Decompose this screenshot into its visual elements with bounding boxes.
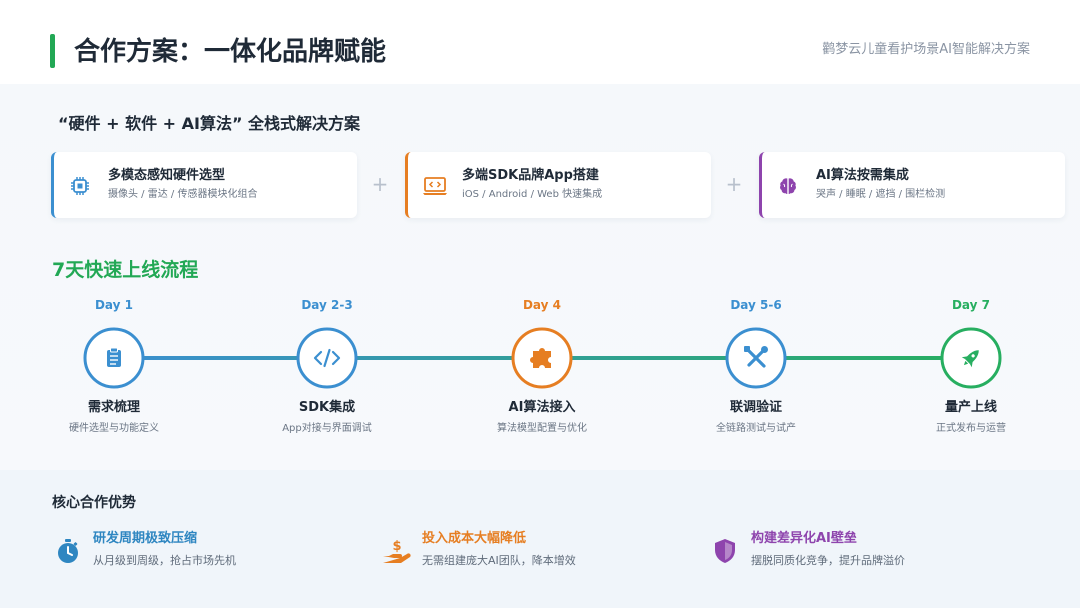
shield-icon [712,538,738,564]
card-subtitle: iOS / Android / Web 快速集成 [462,189,603,200]
advantages-title: 核心合作优势 [52,495,136,511]
advantage-title-1: 研发周期极致压缩 [93,531,198,546]
hand-coin-icon: $ [382,538,411,564]
svg-text:$: $ [392,539,401,554]
solution-card-ai: AI算法按需集成 哭声 / 睡眠 / 遮挡 / 围栏检测 [759,152,1065,218]
solution-card-sdk: 多端SDK品牌App搭建 iOS / Android / Web 快速集成 [405,152,711,218]
puzzle-icon [530,348,551,368]
step-day-4: Day 5-6 [730,298,782,312]
step-desc-4: 全链路测试与试产 [716,423,796,434]
step-desc-1: 硬件选型与功能定义 [69,423,159,434]
step-day-1: Day 1 [94,298,134,312]
card-subtitle: 哭声 / 睡眠 / 遮挡 / 围栏检测 [816,189,946,200]
advantage-desc-2: 无需组建庞大AI团队，降本增效 [422,554,576,567]
solution-title: “硬件 + 软件 + AI算法” 全栈式解决方案 [58,114,361,133]
page-title: 合作方案：一体化品牌赋能 [74,37,387,67]
step-day-2: Day 2-3 [301,298,353,312]
chip-icon [70,176,90,196]
step-desc-5: 正式发布与运营 [936,423,1006,434]
process-title: 7天快速上线流程 [52,259,199,281]
step-node-2 [296,327,358,389]
advantage-title-3: 构建差异化AI壁垒 [751,531,857,546]
step-desc-2: App对接与界面调试 [282,423,372,434]
brain-icon [778,176,798,196]
card-subtitle: 摄像头 / 雷达 / 传感器模块化组合 [108,189,258,200]
step-name-1: 需求梳理 [87,400,140,415]
advantage-desc-1: 从月级到周级，抢占市场先机 [93,554,236,567]
plus-sign: + [371,172,389,196]
card-title: 多模态感知硬件选型 [108,168,226,183]
step-node-3 [511,327,573,389]
stopwatch-icon [55,538,81,564]
laptop-code-icon [422,176,448,196]
header: 合作方案：一体化品牌赋能 鹳梦云儿童看护场景AI智能解决方案 [0,0,1080,84]
step-node-4 [725,327,787,389]
clipboard-icon [107,347,121,367]
step-day-5: Day 7 [951,298,991,312]
advantage-desc-3: 摆脱同质化竞争，提升品牌溢价 [751,554,905,567]
card-title: 多端SDK品牌App搭建 [462,168,599,183]
step-name-4: 联调验证 [729,400,782,415]
step-name-2: SDK集成 [298,400,356,415]
step-name-5: 量产上线 [944,400,997,415]
card-title: AI算法按需集成 [816,168,909,183]
step-desc-3: 算法模型配置与优化 [497,423,587,434]
title-accent-bar [50,34,55,68]
step-node-5 [940,327,1002,389]
solution-card-hardware: 多模态感知硬件选型 摄像头 / 雷达 / 传感器模块化组合 [51,152,357,218]
advantage-title-2: 投入成本大幅降低 [422,531,527,546]
step-day-3: Day 4 [522,298,562,312]
plus-sign: + [725,172,743,196]
step-name-3: AI算法接入 [508,400,576,415]
header-subtitle: 鹳梦云儿童看护场景AI智能解决方案 [822,42,1030,57]
step-node-1 [83,327,145,389]
